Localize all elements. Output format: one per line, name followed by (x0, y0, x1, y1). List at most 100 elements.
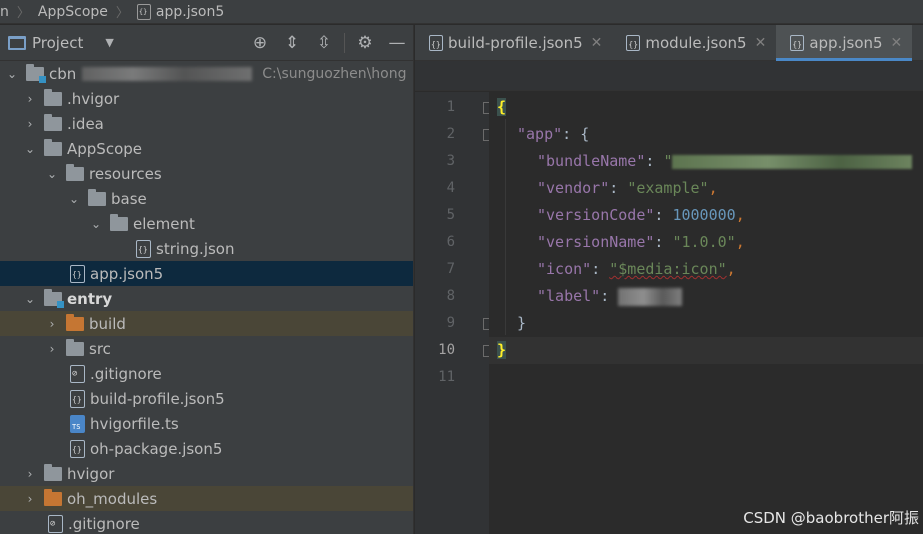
chevron-right-icon[interactable]: › (44, 342, 60, 356)
tree-item-base[interactable]: ⌄ base (0, 186, 413, 211)
tree-item-label: AppScope (67, 139, 142, 158)
tree-item-hvigor-dir[interactable]: › .hvigor (0, 86, 413, 111)
collapse-all-icon[interactable]: ⇳ (308, 25, 340, 61)
chevron-down-icon[interactable]: ⌄ (22, 142, 38, 156)
json-file-icon (70, 389, 85, 408)
tree-item-idea[interactable]: › .idea (0, 111, 413, 136)
chevron-right-icon[interactable]: › (22, 117, 38, 131)
tree-item-label: cbn (49, 64, 77, 83)
code-line-current: } (489, 337, 923, 364)
close-icon[interactable]: ✕ (591, 35, 603, 51)
tree-item-string-json[interactable]: string.json (0, 236, 413, 261)
editor-breadcrumb-bar (415, 61, 923, 91)
tree-item-hvigor[interactable]: › hvigor (0, 461, 413, 486)
breadcrumb-item-appscope[interactable]: AppScope (38, 4, 108, 20)
folder-icon (66, 338, 84, 356)
target-icon[interactable]: ⊕ (244, 25, 276, 61)
code-line: "vendor": "example", (537, 179, 718, 197)
json-file-icon (429, 34, 443, 51)
project-view-selector[interactable]: Project (32, 34, 83, 52)
folder-icon (88, 188, 106, 206)
folder-icon (110, 213, 128, 231)
tree-item-label: base (111, 189, 147, 208)
module-folder-icon (44, 288, 64, 308)
tree-item-label: .hvigor (67, 89, 120, 108)
tree-item-build-profile[interactable]: build-profile.json5 (0, 386, 413, 411)
tree-item-gitignore-root[interactable]: .gitignore (0, 511, 413, 534)
chevron-down-icon[interactable]: ▼ (105, 36, 113, 49)
chevron-down-icon[interactable]: ⌄ (4, 67, 20, 81)
tree-item-label: hvigor (67, 464, 115, 483)
breadcrumb-separator-icon: 〉 (16, 6, 30, 21)
close-icon[interactable]: ✕ (891, 35, 903, 51)
tree-item-label: resources (89, 164, 162, 183)
breadcrumb: n 〉 AppScope 〉 app.json5 (0, 0, 923, 24)
redacted-text (82, 66, 253, 81)
folder-icon (66, 163, 84, 181)
project-tree: ⌄ cbn C:\sunguozhen\hong › .hvigor › .id… (0, 61, 413, 534)
json-file-icon (790, 34, 805, 51)
chevron-down-icon[interactable]: ⌄ (88, 217, 104, 231)
json-file-icon (136, 239, 151, 258)
tree-item-element[interactable]: ⌄ element (0, 211, 413, 236)
close-icon[interactable]: ✕ (755, 35, 767, 51)
expand-all-icon[interactable]: ⇕ (276, 25, 308, 61)
tab-app-json5[interactable]: app.json5 ✕ (776, 25, 913, 61)
json-file-icon (136, 3, 151, 20)
tree-item-label: build (89, 314, 126, 333)
tree-item-app-json5[interactable]: app.json5 (0, 261, 413, 286)
code-editor[interactable]: { "app": { "bundleName": " "vendor": "ex… (489, 92, 923, 534)
tab-module[interactable]: module.json5 ✕ (612, 25, 776, 60)
typescript-file-icon (70, 414, 85, 433)
editor-area: build-profile.json5 ✕ module.json5 ✕ app… (415, 25, 923, 534)
tree-item-root[interactable]: ⌄ cbn C:\sunguozhen\hong (0, 61, 413, 86)
tree-item-label: entry (67, 289, 113, 308)
breadcrumb-separator-icon: 〉 (115, 6, 129, 21)
tree-item-oh-modules[interactable]: › oh_modules (0, 486, 413, 511)
tree-item-src[interactable]: › src (0, 336, 413, 361)
tree-item-appscope[interactable]: ⌄ AppScope (0, 136, 413, 161)
redacted-text (672, 154, 913, 169)
gear-icon[interactable]: ⚙ (349, 25, 381, 61)
tree-item-label: string.json (156, 239, 235, 258)
tree-item-hvigorfile[interactable]: hvigorfile.ts (0, 411, 413, 436)
breadcrumb-item-file[interactable]: app.json5 (136, 3, 224, 20)
project-panel: Project ▼ ⊕ ⇕ ⇳ ⚙ — ⌄ cbn C:\sunguozhen\… (0, 25, 414, 534)
line-number-current: 10 (438, 342, 455, 358)
tree-item-build[interactable]: › build (0, 311, 413, 336)
json-file-icon (70, 264, 85, 283)
folder-icon (44, 113, 62, 131)
tree-item-gitignore-entry[interactable]: .gitignore (0, 361, 413, 386)
chevron-right-icon[interactable]: › (22, 92, 38, 106)
chevron-right-icon[interactable]: › (22, 467, 38, 481)
minimize-icon[interactable]: — (381, 25, 413, 61)
excluded-folder-icon (44, 488, 62, 506)
tab-label: build-profile.json5 (448, 33, 583, 52)
breadcrumb-item-root[interactable]: n (0, 4, 9, 20)
tab-build-profile[interactable]: build-profile.json5 ✕ (415, 25, 612, 60)
toolbar-divider (344, 32, 345, 53)
line-number: 2 (446, 126, 455, 142)
chevron-right-icon[interactable]: › (22, 492, 38, 506)
tree-item-oh-package[interactable]: oh-package.json5 (0, 436, 413, 461)
chevron-down-icon[interactable]: ⌄ (44, 167, 60, 181)
gitignore-file-icon (48, 514, 63, 533)
tree-item-entry[interactable]: ⌄ entry (0, 286, 413, 311)
folder-icon (44, 88, 62, 106)
json-file-icon (70, 439, 85, 458)
chevron-down-icon[interactable]: ⌄ (66, 192, 82, 206)
tree-item-resources[interactable]: ⌄ resources (0, 161, 413, 186)
project-window-icon (8, 35, 26, 50)
chevron-right-icon[interactable]: › (44, 317, 60, 331)
excluded-folder-icon (66, 313, 84, 331)
tab-label: module.json5 (645, 33, 747, 52)
line-number-gutter: 1 2 3 4 5 6 7 8 9 10 11 (415, 92, 495, 534)
chevron-down-icon[interactable]: ⌄ (22, 292, 38, 306)
tree-item-label: oh_modules (67, 489, 158, 508)
editor-tabs: build-profile.json5 ✕ module.json5 ✕ app… (415, 25, 923, 61)
tree-item-label: oh-package.json5 (90, 439, 223, 458)
folder-icon (44, 463, 62, 481)
tree-item-label: hvigorfile.ts (90, 414, 179, 433)
project-panel-header: Project ▼ ⊕ ⇕ ⇳ ⚙ — (0, 25, 413, 61)
tree-item-label: .gitignore (68, 514, 140, 533)
